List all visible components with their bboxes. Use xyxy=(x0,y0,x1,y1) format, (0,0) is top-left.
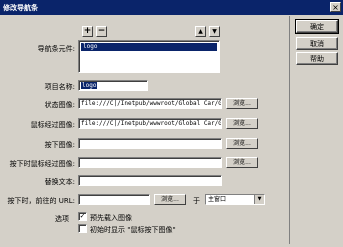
help-button[interactable]: 帮助 xyxy=(296,52,338,65)
title-bar: 修改导航条 × xyxy=(0,0,343,15)
down-image-browse-button[interactable]: 浏览... xyxy=(226,138,258,149)
rollover-image-label: 鼠标经过图像: xyxy=(30,121,75,129)
item-name-value: logo xyxy=(81,82,98,89)
state-image-label: 状态图像: xyxy=(44,101,75,109)
alt-text-input[interactable] xyxy=(78,175,222,186)
item-name-label: 项目名称: xyxy=(44,83,75,91)
move-down-button[interactable]: ▼ xyxy=(209,26,220,37)
close-icon[interactable]: × xyxy=(330,2,341,12)
list-item[interactable]: logo xyxy=(81,43,217,51)
over-down-image-input[interactable] xyxy=(78,157,222,168)
cancel-button[interactable]: 取消 xyxy=(296,37,338,50)
rollover-image-browse-button[interactable]: 浏览... xyxy=(226,118,258,129)
down-image-label: 按下图像: xyxy=(44,141,75,149)
state-image-browse-button[interactable]: 浏览... xyxy=(226,98,258,109)
over-down-image-label: 按下时鼠标经过图像: xyxy=(9,160,75,168)
options-label: 选项 xyxy=(55,215,69,223)
show-down-checkbox[interactable] xyxy=(78,224,87,233)
in-label: 于 xyxy=(193,197,200,205)
preload-checkbox[interactable]: ✓ xyxy=(78,212,87,221)
add-item-button[interactable]: + xyxy=(82,26,93,37)
nav-elements-label: 导航条元件: xyxy=(37,45,75,53)
when-clicked-url-input[interactable] xyxy=(78,194,150,205)
nav-elements-list[interactable]: logo xyxy=(78,40,220,73)
ok-button[interactable]: 确定 xyxy=(295,19,339,34)
remove-item-button[interactable]: − xyxy=(96,26,107,37)
move-up-button[interactable]: ▲ xyxy=(195,26,206,37)
preload-label: 预先载入图像 xyxy=(90,214,132,222)
target-select-value: 主窗口 xyxy=(208,196,227,203)
when-clicked-browse-button[interactable]: 浏览... xyxy=(154,194,186,205)
chevron-down-icon[interactable]: ▼ xyxy=(254,195,264,204)
divider xyxy=(289,16,290,244)
over-down-image-browse-button[interactable]: 浏览... xyxy=(226,157,258,168)
modify-navbar-dialog: 修改导航条 × 确定 取消 帮助 + − ▲ ▼ 导航条元件: logo 项目名… xyxy=(0,0,343,247)
rollover-image-input[interactable]: file:///C|/Inetpub/wwwroot/Global Car/Ge xyxy=(78,118,222,129)
show-down-label: 初始时显示 "鼠标按下图像" xyxy=(90,226,176,234)
target-select[interactable]: 主窗口 ▼ xyxy=(205,194,265,205)
item-name-input[interactable]: logo xyxy=(78,80,148,91)
state-image-input[interactable]: file:///C|/Inetpub/wwwroot/Global Car/Ge xyxy=(78,98,222,109)
dialog-title: 修改导航条 xyxy=(3,4,38,12)
alt-text-label: 替换文本: xyxy=(44,178,75,186)
down-image-input[interactable] xyxy=(78,138,222,149)
when-clicked-label: 按下时，前往的 URL: xyxy=(7,197,75,205)
